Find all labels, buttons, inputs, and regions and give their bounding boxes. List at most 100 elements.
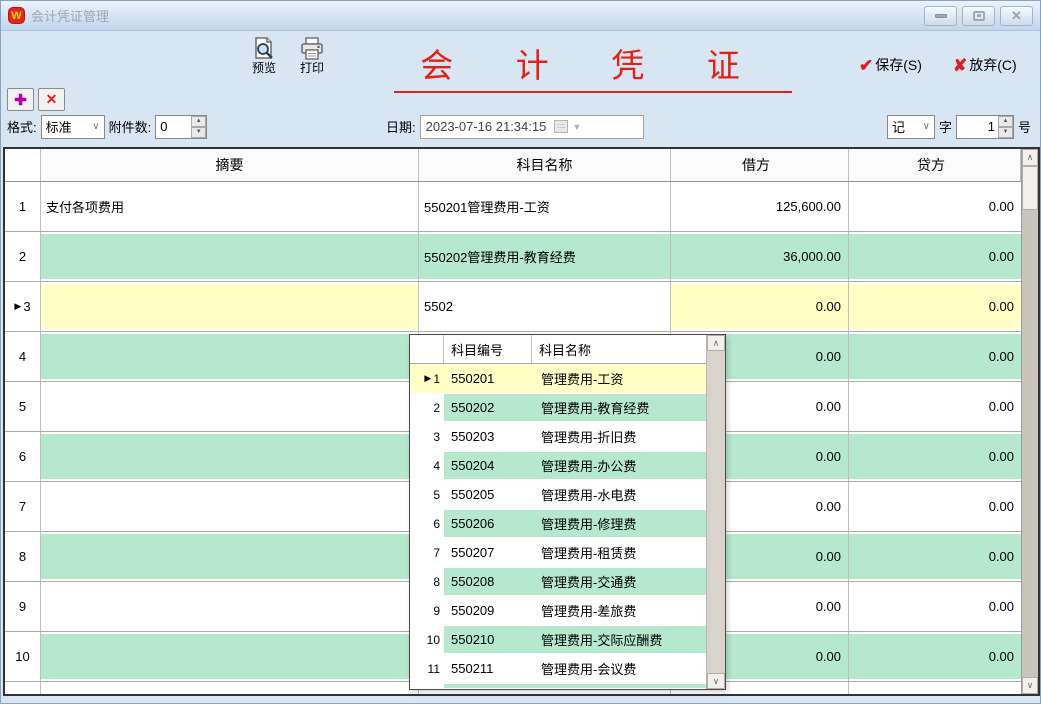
debit-cell[interactable]: 125,600.00 xyxy=(671,182,849,231)
voucher-no-stepper[interactable]: 1 ▲ ▼ xyxy=(956,115,1014,139)
account-cell[interactable]: 550201管理费用-工资 xyxy=(419,182,671,231)
popup-header-name: 科目名称 xyxy=(532,335,706,363)
summary-cell[interactable] xyxy=(41,382,419,431)
credit-cell[interactable]: 0.00 xyxy=(849,182,1021,231)
account-option-row[interactable]: 10550210管理费用-交际应酬费 xyxy=(410,625,706,654)
account-option-row[interactable]: 8550208管理费用-交通费 xyxy=(410,567,706,596)
grid-scrollbar[interactable]: ∧ ∨ xyxy=(1021,149,1038,694)
row-number-cell[interactable]: 4 xyxy=(5,332,41,381)
account-code-cell: 550208 xyxy=(444,567,532,596)
credit-cell[interactable]: 0.00 xyxy=(849,582,1021,631)
row-number-cell[interactable]: 8 xyxy=(5,532,41,581)
credit-cell[interactable]: 0.00 xyxy=(849,282,1021,331)
app-icon: W xyxy=(8,7,25,24)
account-option-row[interactable]: 6550206管理费用-修理费 xyxy=(410,509,706,538)
account-option-row[interactable]: 4550204管理费用-办公费 xyxy=(410,451,706,480)
summary-cell[interactable] xyxy=(41,432,419,481)
row-number-cell[interactable]: 7 xyxy=(5,482,41,531)
row-number-cell[interactable]: 1 xyxy=(5,182,41,231)
account-option-row[interactable]: ▶1550201管理费用-工资 xyxy=(410,364,706,393)
voucher-type-select[interactable]: 记 ∨ xyxy=(887,115,935,139)
scroll-down-icon[interactable]: ∨ xyxy=(707,673,725,689)
row-number-cell[interactable]: 5 xyxy=(5,382,41,431)
chevron-down-icon: ∨ xyxy=(92,121,99,132)
credit-cell[interactable]: 0.00 xyxy=(849,632,1021,681)
add-row-button[interactable]: ✚ xyxy=(7,88,34,111)
row-number-cell[interactable]: 2 xyxy=(5,232,41,281)
spin-up-icon[interactable]: ▲ xyxy=(191,116,206,127)
account-option-row[interactable]: 11550211管理费用-会议费 xyxy=(410,654,706,683)
row-number-cell[interactable]: 9 xyxy=(5,582,41,631)
credit-cell[interactable]: 0.00 xyxy=(849,232,1021,281)
preview-button[interactable]: 预览 xyxy=(242,36,286,76)
popup-row-number: 4 xyxy=(410,451,444,480)
debit-cell[interactable]: 36,000.00 xyxy=(671,232,849,281)
row-number-cell[interactable]: 10 xyxy=(5,632,41,681)
discard-button[interactable]: ✘ 放弃(C) xyxy=(953,55,1017,75)
table-row: ▶355020.000.00 xyxy=(5,282,1021,332)
account-cell[interactable]: 5502 xyxy=(419,282,671,331)
row-number-cell[interactable]: ▶3 xyxy=(5,282,41,331)
summary-cell[interactable]: 支付各项费用 xyxy=(41,182,419,231)
header-account: 科目名称 xyxy=(419,149,671,181)
account-name-cell: 管理费用-差旅费 xyxy=(532,596,706,625)
account-code-cell: 550205 xyxy=(444,480,532,509)
scroll-down-icon[interactable]: ∨ xyxy=(1022,677,1038,694)
close-icon: ✕ xyxy=(1011,9,1022,22)
account-option-row[interactable]: 9550209管理费用-差旅费 xyxy=(410,596,706,625)
account-code-cell: 550210 xyxy=(444,625,532,654)
summary-cell[interactable] xyxy=(41,332,419,381)
summary-cell[interactable] xyxy=(41,282,419,331)
delete-x-icon: ✕ xyxy=(46,91,58,108)
scroll-up-icon[interactable]: ∧ xyxy=(707,335,725,351)
restore-button[interactable] xyxy=(962,6,995,26)
summary-cell[interactable] xyxy=(41,582,419,631)
header-credit: 贷方 xyxy=(849,149,1021,181)
account-name-cell: 管理费用-交际应酬费 xyxy=(532,625,706,654)
scroll-up-icon[interactable]: ∧ xyxy=(1022,149,1038,166)
account-option-row[interactable]: 3550203管理费用-折旧费 xyxy=(410,422,706,451)
header-debit: 借方 xyxy=(671,149,849,181)
calendar-icon xyxy=(554,120,568,133)
spin-down-icon[interactable]: ▼ xyxy=(998,127,1013,138)
minimize-button[interactable] xyxy=(924,6,957,26)
close-button[interactable]: ✕ xyxy=(1000,6,1033,26)
spin-up-icon[interactable]: ▲ xyxy=(998,116,1013,127)
credit-cell[interactable]: 0.00 xyxy=(849,382,1021,431)
summary-cell[interactable] xyxy=(41,232,419,281)
summary-cell[interactable] xyxy=(41,632,419,681)
account-option-row[interactable]: 2550202管理费用-教育经费 xyxy=(410,393,706,422)
account-code-cell: 550203 xyxy=(444,422,532,451)
account-option-row[interactable]: 7550207管理费用-租赁费 xyxy=(410,538,706,567)
print-button[interactable]: 打印 xyxy=(290,36,334,76)
attachments-value: 0 xyxy=(160,119,167,134)
scroll-thumb[interactable] xyxy=(1022,166,1038,210)
date-label: 日期: xyxy=(386,117,416,136)
credit-cell[interactable]: 0.00 xyxy=(849,482,1021,531)
debit-cell[interactable]: 0.00 xyxy=(671,282,849,331)
attachments-stepper[interactable]: 0 ▲ ▼ xyxy=(155,115,207,139)
zi-label: 字 xyxy=(939,117,952,136)
popup-scrollbar[interactable]: ∧ ∨ xyxy=(706,335,725,689)
delete-row-button[interactable]: ✕ xyxy=(38,88,65,111)
credit-cell[interactable]: 0.00 xyxy=(849,332,1021,381)
row-number-cell[interactable]: 6 xyxy=(5,432,41,481)
credit-cell[interactable]: 0.00 xyxy=(849,432,1021,481)
window-title: 会计凭证管理 xyxy=(31,6,109,25)
account-code-cell: 550206 xyxy=(444,509,532,538)
account-option-row[interactable]: 5550205管理费用-水电费 xyxy=(410,480,706,509)
grid-header: 摘要 科目名称 借方 贷方 xyxy=(5,149,1021,182)
voucher-no-value: 1 xyxy=(961,119,998,134)
account-name-cell: 管理费用-办公费 xyxy=(532,451,706,480)
save-button[interactable]: ✔ 保存(S) xyxy=(859,55,922,75)
date-field[interactable]: 2023-07-16 21:34:15 ▼ xyxy=(420,115,644,139)
current-row-marker-icon: ▶ xyxy=(14,301,21,312)
spin-down-icon[interactable]: ▼ xyxy=(191,127,206,138)
selected-row-marker-icon: ▶ xyxy=(424,373,431,384)
format-select[interactable]: 标准 ∨ xyxy=(41,115,105,139)
popup-row-number: 8 xyxy=(410,567,444,596)
summary-cell[interactable] xyxy=(41,482,419,531)
summary-cell[interactable] xyxy=(41,532,419,581)
account-cell[interactable]: 550202管理费用-教育经费 xyxy=(419,232,671,281)
credit-cell[interactable]: 0.00 xyxy=(849,532,1021,581)
